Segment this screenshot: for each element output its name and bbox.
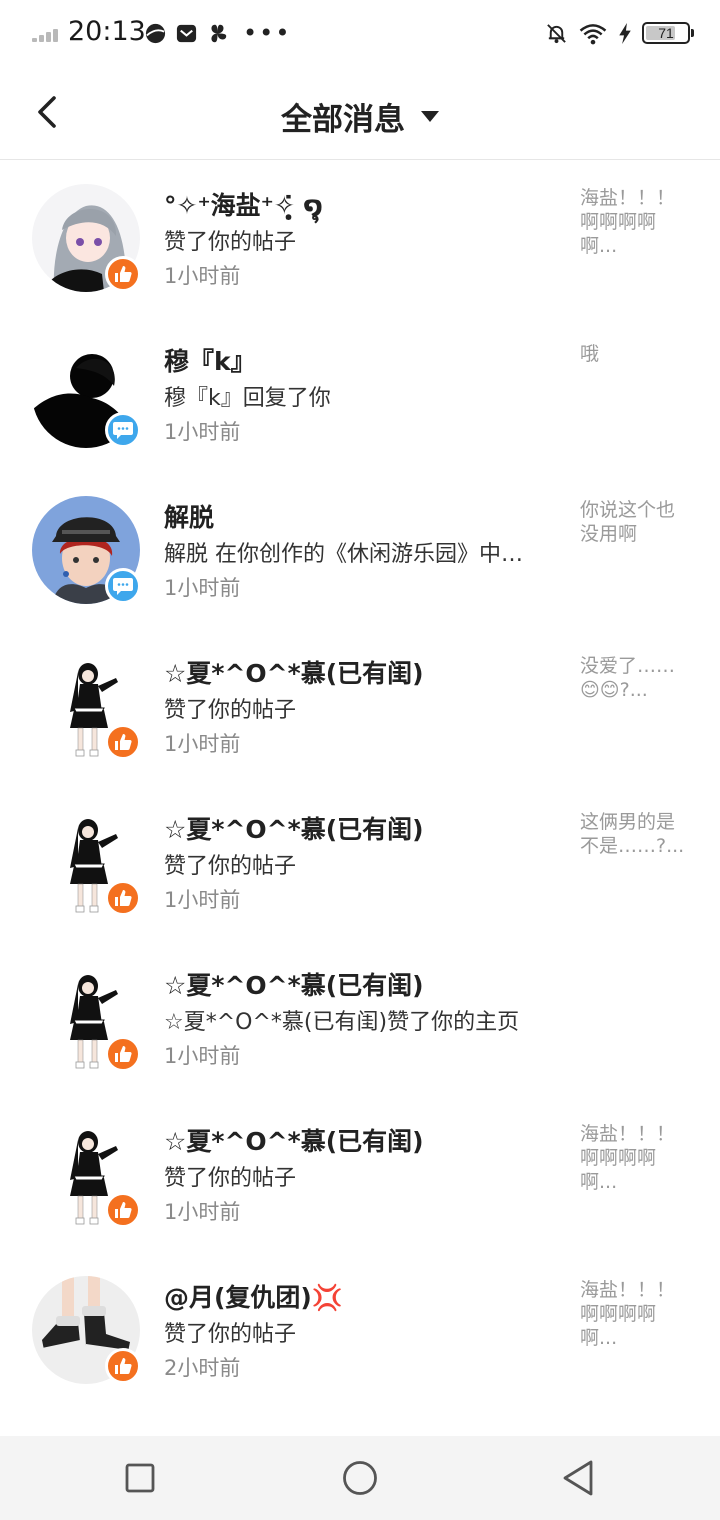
thumbs-up-badge-icon	[105, 1036, 141, 1072]
post-preview[interactable]: 哦	[580, 342, 690, 366]
back-triangle-icon[interactable]	[556, 1456, 600, 1500]
sender-name[interactable]: ☆夏*^O^*慕(已有闺)	[164, 1122, 424, 1158]
sender-name[interactable]: ☆夏*^O^*慕(已有闺)	[164, 810, 424, 846]
message-action: 赞了你的帖子	[164, 1322, 297, 1347]
comment-badge-icon	[105, 412, 141, 448]
post-preview[interactable]: 海盐！！！啊啊啊啊啊...	[580, 1278, 690, 1350]
more-dots-icon: •••	[243, 19, 292, 47]
list-item[interactable]: ☆夏*^O^*慕(已有闺) 赞了你的帖子 1小时前 没爱了……😊😊?...	[0, 628, 720, 784]
message-action: ☆夏*^O^*慕(已有闺)赞了你的主页	[164, 1010, 520, 1035]
fan-icon	[211, 24, 227, 42]
message-action: 赞了你的帖子	[164, 230, 297, 255]
title-dropdown[interactable]: 全部消息	[0, 94, 720, 139]
thumbs-up-badge-icon	[105, 724, 141, 760]
post-preview[interactable]: 海盐！！！啊啊啊啊啊...	[580, 1122, 690, 1194]
comment-badge-icon	[105, 568, 141, 604]
list-item[interactable]: 穆『k』穆『k』回复了你 1小时前 哦	[0, 316, 720, 472]
battery-level: 71	[658, 25, 674, 41]
sender-name[interactable]: @月(复仇团)💢	[164, 1278, 343, 1314]
status-time: 20:13	[68, 16, 146, 47]
status-bar: 20:13 ••• 71	[0, 0, 720, 66]
list-item[interactable]: °✧⁺海盐⁺✧̣̥̇ ໑ຸ 赞了你的帖子 1小时前 海盐！！！啊啊啊啊啊...	[0, 160, 720, 316]
message-action: 赞了你的帖子	[164, 1166, 297, 1191]
thumbs-up-badge-icon	[105, 880, 141, 916]
wifi-icon	[579, 23, 607, 44]
post-preview[interactable]: 没爱了……😊😊?...	[580, 654, 690, 702]
message-time: 2小时前	[164, 1356, 241, 1380]
message-action: 穆『k』回复了你	[164, 386, 331, 411]
message-action: 解脱 在你创作的《休闲游乐园》中…	[164, 542, 523, 567]
message-time: 1小时前	[164, 420, 241, 444]
list-item[interactable]: @月(复仇团)💢 赞了你的帖子 2小时前 海盐！！！啊啊啊啊啊...	[0, 1252, 720, 1408]
message-time: 1小时前	[164, 732, 241, 756]
list-item[interactable]: ☆夏*^O^*慕(已有闺) 赞了你的帖子 1小时前 海盐！！！啊啊啊啊啊...	[0, 1096, 720, 1252]
sender-name[interactable]: ☆夏*^O^*慕(已有闺)	[164, 966, 424, 1002]
qq-browser-icon	[145, 23, 166, 43]
message-list: °✧⁺海盐⁺✧̣̥̇ ໑ຸ 赞了你的帖子 1小时前 海盐！！！啊啊啊啊啊... 穆『k』…	[0, 160, 720, 1408]
thumbs-up-badge-icon	[105, 256, 141, 292]
post-preview[interactable]: 海盐！！！啊啊啊啊啊...	[580, 186, 690, 258]
system-nav-bar	[0, 1436, 720, 1520]
message-time: 1小时前	[164, 576, 241, 600]
battery-icon: 71	[642, 22, 694, 44]
list-item[interactable]: ☆夏*^O^*慕(已有闺) 赞了你的帖子 1小时前 这俩男的是不是……?...	[0, 784, 720, 940]
list-item[interactable]: 解脱解脱 在你创作的《休闲游乐园》中… 1小时前 你说这个也没用啊	[0, 472, 720, 628]
sender-name[interactable]: ☆夏*^O^*慕(已有闺)	[164, 654, 424, 690]
header: 全部消息	[0, 66, 720, 160]
caret-down-icon	[421, 111, 439, 122]
message-time: 1小时前	[164, 888, 241, 912]
sender-name[interactable]: 穆『k』	[164, 342, 256, 378]
message-action: 赞了你的帖子	[164, 698, 297, 723]
message-time: 1小时前	[164, 264, 241, 288]
thumbs-up-badge-icon	[105, 1192, 141, 1228]
recent-apps-square-icon[interactable]	[118, 1456, 162, 1500]
signal-icon	[32, 28, 62, 42]
mail-icon	[176, 24, 197, 42]
message-time: 1小时前	[164, 1044, 241, 1068]
post-preview[interactable]: 这俩男的是不是……?...	[580, 810, 690, 858]
post-preview[interactable]: 你说这个也没用啊	[580, 498, 690, 546]
page-title: 全部消息	[281, 102, 405, 138]
sender-name[interactable]: °✧⁺海盐⁺✧̣̥̇ ໑ຸ	[164, 186, 323, 222]
message-action: 赞了你的帖子	[164, 854, 297, 879]
message-time: 1小时前	[164, 1200, 241, 1224]
home-circle-icon[interactable]	[338, 1456, 382, 1500]
charging-icon	[619, 22, 631, 44]
mute-bell-icon	[547, 23, 566, 43]
sender-name[interactable]: 解脱	[164, 498, 214, 534]
list-item[interactable]: ☆夏*^O^*慕(已有闺) ☆夏*^O^*慕(已有闺)赞了你的主页 1小时前	[0, 940, 720, 1096]
thumbs-up-badge-icon	[105, 1348, 141, 1384]
